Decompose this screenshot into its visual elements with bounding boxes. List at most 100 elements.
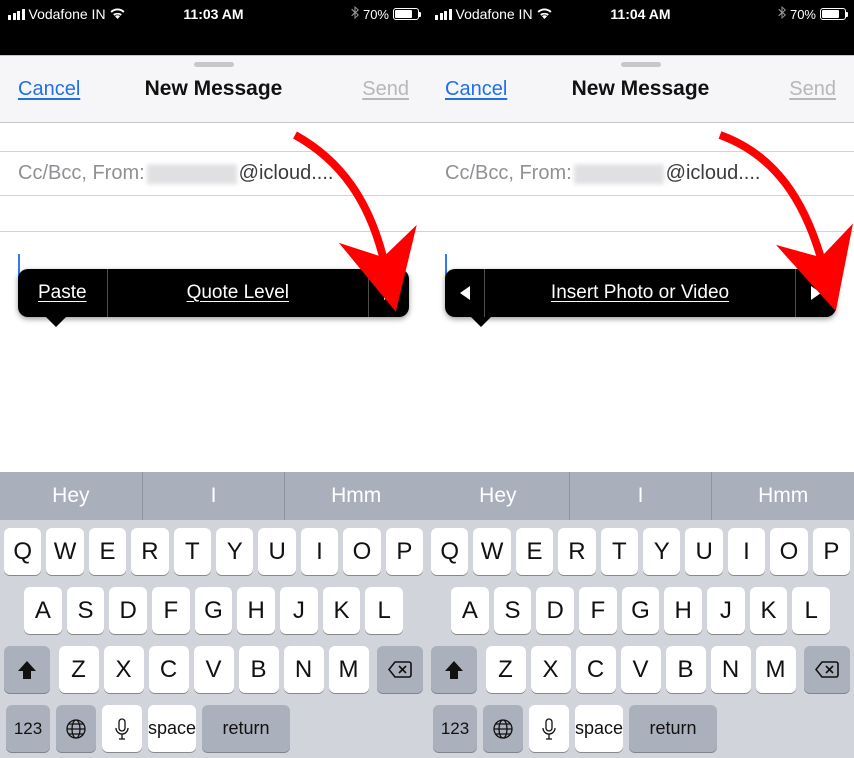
- key-c[interactable]: C: [576, 646, 616, 693]
- numbers-key[interactable]: 123: [433, 705, 477, 752]
- space-key[interactable]: space: [148, 705, 196, 752]
- globe-key[interactable]: [483, 705, 523, 752]
- key-v[interactable]: V: [194, 646, 234, 693]
- signal-icon: [8, 9, 25, 20]
- key-z[interactable]: Z: [486, 646, 526, 693]
- delete-key[interactable]: [377, 646, 423, 693]
- return-key[interactable]: return: [202, 705, 290, 752]
- key-m[interactable]: M: [756, 646, 796, 693]
- key-t[interactable]: T: [174, 528, 211, 575]
- space-key[interactable]: space: [575, 705, 623, 752]
- key-j[interactable]: J: [707, 587, 745, 634]
- cc-label: Cc/Bcc, From:: [445, 162, 572, 185]
- dictation-key[interactable]: [529, 705, 569, 752]
- key-v[interactable]: V: [621, 646, 661, 693]
- key-e[interactable]: E: [89, 528, 126, 575]
- key-g[interactable]: G: [195, 587, 233, 634]
- keyboard-row-bottom: 123 space return: [4, 705, 423, 752]
- subject-field[interactable]: [427, 196, 854, 232]
- key-k[interactable]: K: [750, 587, 788, 634]
- globe-key[interactable]: [56, 705, 96, 752]
- send-button[interactable]: Send: [362, 78, 409, 101]
- suggestion-2[interactable]: I: [143, 472, 286, 520]
- dictation-key[interactable]: [102, 705, 142, 752]
- key-p[interactable]: P: [386, 528, 423, 575]
- suggestion-3[interactable]: Hmm: [712, 472, 854, 520]
- key-x[interactable]: X: [104, 646, 144, 693]
- key-s[interactable]: S: [494, 587, 532, 634]
- key-r[interactable]: R: [131, 528, 168, 575]
- shift-icon: [17, 661, 37, 679]
- key-y[interactable]: Y: [216, 528, 253, 575]
- sheet-gap: [427, 28, 854, 55]
- key-a[interactable]: A: [451, 587, 489, 634]
- suggestion-1[interactable]: Hey: [0, 472, 143, 520]
- suggestion-2[interactable]: I: [570, 472, 713, 520]
- key-q[interactable]: Q: [431, 528, 468, 575]
- key-j[interactable]: J: [280, 587, 318, 634]
- return-key[interactable]: return: [629, 705, 717, 752]
- key-d[interactable]: D: [109, 587, 147, 634]
- key-b[interactable]: B: [666, 646, 706, 693]
- cc-bcc-from-field[interactable]: Cc/Bcc, From: @icloud....: [427, 152, 854, 196]
- shift-key[interactable]: [431, 646, 477, 693]
- key-l[interactable]: L: [792, 587, 830, 634]
- key-w[interactable]: W: [46, 528, 83, 575]
- insert-photo-video-menu-item[interactable]: Insert Photo or Video: [485, 269, 796, 317]
- key-r[interactable]: R: [558, 528, 595, 575]
- key-x[interactable]: X: [531, 646, 571, 693]
- key-f[interactable]: F: [579, 587, 617, 634]
- key-y[interactable]: Y: [643, 528, 680, 575]
- cancel-button[interactable]: Cancel: [18, 78, 80, 101]
- to-field[interactable]: [427, 123, 854, 152]
- quote-level-menu-item[interactable]: Quote Level: [108, 269, 369, 317]
- key-i[interactable]: I: [728, 528, 765, 575]
- key-b[interactable]: B: [239, 646, 279, 693]
- key-q[interactable]: Q: [4, 528, 41, 575]
- key-a[interactable]: A: [24, 587, 62, 634]
- key-s[interactable]: S: [67, 587, 105, 634]
- key-m[interactable]: M: [329, 646, 369, 693]
- key-h[interactable]: H: [664, 587, 702, 634]
- shift-key[interactable]: [4, 646, 50, 693]
- key-u[interactable]: U: [258, 528, 295, 575]
- key-f[interactable]: F: [152, 587, 190, 634]
- suggestion-3[interactable]: Hmm: [285, 472, 427, 520]
- key-n[interactable]: N: [284, 646, 324, 693]
- paste-menu-item[interactable]: Paste: [18, 269, 108, 317]
- key-e[interactable]: E: [516, 528, 553, 575]
- grabber-icon: [621, 62, 661, 67]
- numbers-key[interactable]: 123: [6, 705, 50, 752]
- key-o[interactable]: O: [343, 528, 380, 575]
- to-field[interactable]: [0, 123, 427, 152]
- key-d[interactable]: D: [536, 587, 574, 634]
- cc-bcc-from-field[interactable]: Cc/Bcc, From: @icloud....: [0, 152, 427, 196]
- key-o[interactable]: O: [770, 528, 807, 575]
- battery-pct: 70%: [363, 7, 389, 22]
- battery-icon: [820, 8, 846, 20]
- menu-next-arrow[interactable]: [369, 269, 409, 317]
- key-u[interactable]: U: [685, 528, 722, 575]
- key-c[interactable]: C: [149, 646, 189, 693]
- key-z[interactable]: Z: [59, 646, 99, 693]
- key-p[interactable]: P: [813, 528, 850, 575]
- send-button[interactable]: Send: [789, 78, 836, 101]
- key-k[interactable]: K: [323, 587, 361, 634]
- menu-next-arrow[interactable]: [796, 269, 836, 317]
- key-i[interactable]: I: [301, 528, 338, 575]
- menu-prev-arrow[interactable]: [445, 269, 485, 317]
- key-h[interactable]: H: [237, 587, 275, 634]
- cc-domain: @icloud....: [239, 162, 334, 185]
- signal-icon: [435, 9, 452, 20]
- key-l[interactable]: L: [365, 587, 403, 634]
- subject-field[interactable]: [0, 196, 427, 232]
- key-t[interactable]: T: [601, 528, 638, 575]
- carrier-label: Vodafone IN: [29, 6, 106, 22]
- key-w[interactable]: W: [473, 528, 510, 575]
- bluetooth-icon: [351, 6, 359, 22]
- suggestion-1[interactable]: Hey: [427, 472, 570, 520]
- key-n[interactable]: N: [711, 646, 751, 693]
- delete-key[interactable]: [804, 646, 850, 693]
- key-g[interactable]: G: [622, 587, 660, 634]
- cancel-button[interactable]: Cancel: [445, 78, 507, 101]
